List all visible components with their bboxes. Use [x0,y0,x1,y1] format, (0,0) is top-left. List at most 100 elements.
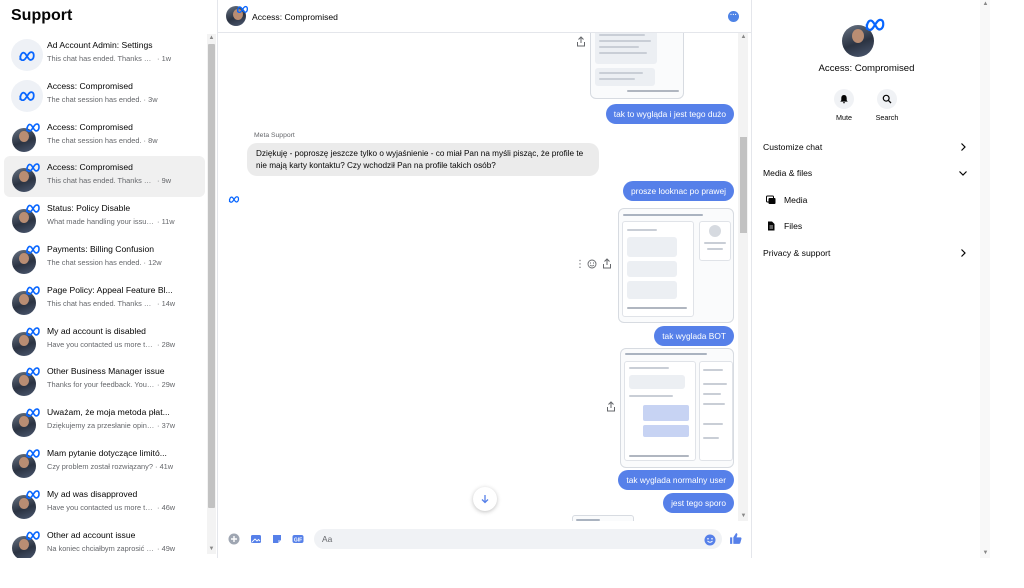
message-image[interactable] [590,33,684,99]
more-options-icon[interactable]: ··· [728,11,739,22]
media-files-row[interactable]: Media & files [763,163,971,183]
conversation-time: 46w [161,502,176,512]
scroll-to-bottom-button[interactable] [473,487,497,511]
add-icon[interactable] [228,533,240,545]
conversation-time: 49w [161,543,176,553]
outgoing-message[interactable]: tak wyglada normalny user [618,470,734,490]
image-icon[interactable] [250,533,262,545]
sidebar-title: Support [11,7,73,24]
sidebar-scrollbar[interactable]: ▲ ▼ [207,34,216,554]
conversation-preview-line: The chat session has ended. · 3w [47,95,197,104]
conversation-time: 12w [148,257,162,267]
gif-icon[interactable]: GIF [292,533,304,545]
avatar [11,39,43,71]
conversation-preview: Thanks for your feedback. Your r... [47,380,155,390]
separator-dot: · [155,217,162,227]
conversation-preview: The chat session has ended. [47,135,142,145]
outgoing-message[interactable]: prosze looknac po prawej [623,181,734,201]
conversation-preview-line: This chat has ended. Thanks aga... · 14w [47,299,197,308]
conversation-item[interactable]: Access: Compromised The chat session has … [4,116,205,157]
search-button[interactable]: Search [867,89,907,122]
privacy-support-row[interactable]: Privacy & support [763,243,971,263]
chat-scroll-thumb[interactable] [740,137,747,233]
chat-scrollbar[interactable]: ▲ ▼ [738,33,748,521]
scroll-up-arrow-icon[interactable]: ▲ [739,33,748,42]
conversation-item[interactable]: Uważam, że moja metoda płat... Dziękujemy… [4,401,205,442]
conversation-name: Access: Compromised [47,121,133,132]
conversation-preview: Czy problem został rozwiązany? [47,461,153,471]
incoming-message[interactable]: Dziękuję - poproszę jeszcze tylko o wyja… [247,143,599,176]
message-input[interactable]: Aa [314,529,722,549]
conversation-item[interactable]: Other ad account issue Na koniec chciałby… [4,524,205,558]
conversation-item[interactable]: Mam pytanie dotyczące limitó... Czy probl… [4,442,205,483]
conversation-item[interactable]: Access: Compromised This chat has ended. … [4,156,205,198]
mute-label: Mute [836,113,852,122]
meta-logo-icon [26,326,40,336]
conversation-time: 29w [161,380,176,390]
messenger-app: Support Ad Account Admin: Settings This c… [0,0,1024,588]
scroll-down-arrow-icon[interactable]: ▼ [739,512,748,521]
search-label: Search [875,113,899,122]
conversation-time: 11w [161,217,175,227]
conversation-item[interactable]: My ad was disapproved Have you contacted … [4,483,205,524]
sticker-icon[interactable] [271,533,283,545]
outgoing-message[interactable]: jest tego sporo [663,493,734,513]
conversation-item[interactable]: Page Policy: Appeal Feature Bl... This ch… [4,279,205,320]
conversation-item[interactable]: Ad Account Admin: Settings This chat has … [4,34,205,75]
conversation-item[interactable]: Status: Policy Disable What made handling… [4,197,205,238]
conversation-name: Mam pytanie dotyczące limitó... [47,447,167,458]
customize-chat-row[interactable]: Customize chat [763,137,971,157]
scroll-down-arrow-icon[interactable]: ▼ [207,545,216,554]
share-icon[interactable] [606,401,616,412]
conversation-time: 14w [161,298,176,308]
conversation-preview-line: This chat has ended. Thanks agai... · 9w [47,176,197,185]
message-list: tak to wygląda i jest tego dużo Meta Sup… [218,33,751,521]
scroll-down-arrow-icon[interactable]: ▼ [981,549,990,558]
meta-logo-icon [26,163,40,173]
message-image[interactable] [620,348,734,468]
conversation-item[interactable]: Other Business Manager issue Thanks for y… [4,360,205,401]
avatar [11,325,43,357]
separator-dot: · [155,543,162,553]
svg-text:GIF: GIF [294,537,302,543]
mute-button[interactable]: Mute [824,89,864,122]
conversation-time: 28w [161,339,176,349]
scroll-up-arrow-icon[interactable]: ▲ [207,34,216,43]
share-icon[interactable] [602,258,612,269]
message-more-icon[interactable]: ⋮ [575,259,585,270]
conversation-list: Ad Account Admin: Settings This chat has … [4,34,205,558]
conversation-preview: The chat session has ended. [47,257,142,267]
avatar [11,79,43,112]
outgoing-message[interactable]: tak wyglada BOT [654,326,734,346]
conversation-name: My ad was disapproved [47,488,138,499]
conversation-item[interactable]: Payments: Billing Confusion The chat sess… [4,238,205,279]
conversation-name: Access: Compromised [47,162,133,173]
conversation-time: 1w [161,54,172,63]
avatar [11,447,43,479]
scroll-up-arrow-icon[interactable]: ▲ [981,0,990,9]
message-image[interactable] [618,208,734,323]
sidebar-scroll-thumb[interactable] [208,44,215,508]
meta-logo-icon [26,204,40,214]
conversation-preview: This chat has ended. Thanks agai... [47,176,155,186]
conversation-preview-line: What made handling your issue ... · 11w [47,217,197,226]
like-icon[interactable] [729,532,742,545]
separator-dot: · [155,54,162,63]
react-emoji-icon[interactable] [587,259,597,269]
conversation-item[interactable]: Access: Compromised The chat session has … [4,75,205,116]
privacy-support-label: Privacy & support [763,248,831,258]
files-label: Files [784,221,803,231]
info-panel-scrollbar[interactable]: ▲ ▼ [980,0,990,558]
separator-dot: · [152,461,160,471]
meta-logo-icon [26,245,40,254]
conversation-preview: Have you contacted us more tha... [47,502,155,512]
outgoing-message[interactable]: tak to wygląda i jest tego dużo [605,104,734,124]
conversation-name: My ad account is disabled [47,325,146,336]
emoji-icon[interactable] [704,534,716,546]
conversation-preview-line: Na koniec chciałbym zaprosić do... · 49w [47,544,197,553]
media-files-label: Media & files [763,168,813,178]
share-icon[interactable] [576,36,586,47]
meta-logo-icon [26,367,40,377]
conversation-item[interactable]: My ad account is disabled Have you contac… [4,320,205,361]
chat-title[interactable]: Access: Compromised [252,12,338,22]
